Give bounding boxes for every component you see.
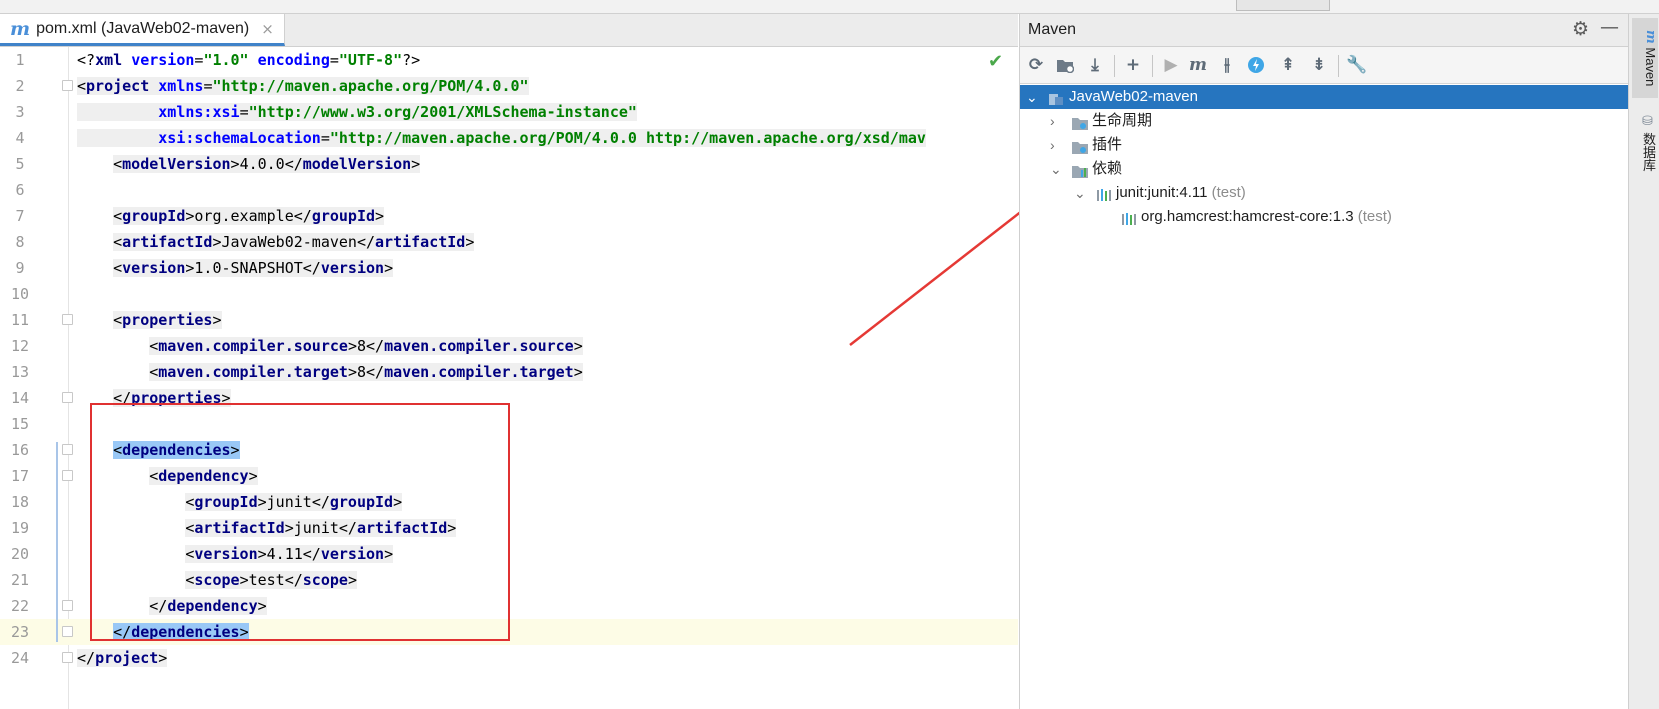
toggle-offline-icon[interactable]: ⫲ [1215, 53, 1239, 77]
tree-item-junit[interactable]: ⌄ junit:junit:4.11 (test) [1020, 181, 1628, 205]
fold-marker-icon[interactable] [62, 80, 73, 91]
plus-icon[interactable]: + [1121, 53, 1145, 77]
tree-item-label: 生命周期 [1092, 112, 1153, 129]
fold-marker-icon[interactable] [62, 444, 73, 455]
side-tab-database[interactable]: ⛁ 数据库 [1632, 114, 1658, 184]
code-line: 4 xsi:schemaLocation="http://maven.apach… [15, 129, 926, 147]
dependencies-folder-icon [1072, 162, 1088, 178]
library-icon [1121, 210, 1137, 225]
maven-m-icon: m [1643, 29, 1658, 44]
indent-guide [56, 442, 58, 642]
fold-marker-icon[interactable] [62, 392, 73, 403]
editor-tab-bar: m pom.xml (JavaWeb02-maven) × [0, 14, 1018, 47]
close-icon[interactable]: × [261, 20, 274, 38]
maven-panel-title: Maven [1028, 21, 1077, 38]
fold-marker-icon[interactable] [62, 626, 73, 637]
tree-item-dependencies[interactable]: ⌄ 依赖 [1020, 157, 1628, 181]
code-line: 24 </project> [10, 649, 168, 667]
maven-toolbar: ⟳ ⤓ + ▶ m ⫲ ⇞ ⇟ 🔧 [1020, 47, 1628, 84]
tree-item-label: org.hamcrest:hamcrest-core:1.3 (test) [1141, 208, 1392, 225]
chevron-right-icon[interactable]: › [1050, 133, 1055, 157]
fold-marker-icon[interactable] [62, 314, 73, 325]
code-line: 9 <version>1.0-SNAPSHOT</version> [15, 259, 394, 277]
maven-panel: Maven ⚙ — ⟳ ⤓ + ▶ m ⫲ ⇞ ⇟ 🔧 ⌄ JavaWeb02-… [1019, 14, 1628, 709]
code-line: 6 [15, 181, 25, 199]
minimize-icon[interactable]: — [1600, 16, 1619, 38]
maven-m-icon: m [10, 17, 31, 40]
code-line: 2 <project xmlns="http://maven.apache.or… [15, 77, 529, 95]
chevron-down-icon[interactable]: ⌄ [1050, 157, 1062, 181]
side-tab-maven[interactable]: m Maven [1632, 18, 1658, 98]
code-line: 7 <groupId>org.example</groupId> [15, 207, 385, 225]
tree-item-project[interactable]: ⌄ JavaWeb02-maven [1020, 85, 1628, 109]
tree-item-label: JavaWeb02-maven [1069, 88, 1198, 105]
tree-item-label: 插件 [1092, 136, 1123, 153]
lifecycle-folder-icon [1072, 114, 1088, 130]
run-config-button[interactable] [1236, 0, 1330, 11]
top-toolbar-strip [0, 0, 1659, 14]
tree-item-label: 依赖 [1092, 160, 1123, 177]
tab-pom-xml[interactable]: m pom.xml (JavaWeb02-maven) × [0, 14, 285, 46]
maven-m-icon[interactable]: m [1186, 53, 1210, 77]
annotation-red-box [90, 403, 510, 641]
code-line: 3 xmlns:xsi="http://www.w3.org/2001/XMLS… [15, 103, 637, 121]
expand-all-icon[interactable]: ⇞ [1276, 53, 1300, 77]
code-line: 10 [10, 285, 30, 303]
code-editor[interactable]: ✔ 1 <?xml version="1.0" encoding="UTF-8"… [0, 47, 1018, 709]
fold-marker-icon[interactable] [62, 600, 73, 611]
collapse-all-icon[interactable]: ⇟ [1307, 53, 1331, 77]
library-icon [1096, 186, 1112, 201]
wrench-icon[interactable]: 🔧 [1345, 53, 1369, 77]
tree-item-lifecycle[interactable]: › 生命周期 [1020, 109, 1628, 133]
code-line: 12 <maven.compiler.source>8</maven.compi… [10, 337, 583, 355]
tree-item-label: junit:junit:4.11 (test) [1116, 184, 1246, 201]
plugins-folder-icon [1072, 138, 1088, 154]
fold-marker-icon[interactable] [62, 652, 73, 663]
chevron-down-icon[interactable]: ⌄ [1026, 85, 1038, 109]
add-folder-icon[interactable] [1053, 53, 1077, 77]
tab-label: pom.xml (JavaWeb02-maven) [36, 19, 250, 37]
download-icon[interactable]: ⤓ [1083, 53, 1107, 77]
chevron-right-icon[interactable]: › [1050, 109, 1055, 133]
tree-item-plugins[interactable]: › 插件 [1020, 133, 1628, 157]
gear-icon[interactable]: ⚙ [1572, 18, 1589, 40]
code-line: 1 <?xml version="1.0" encoding="UTF-8"?> [15, 51, 421, 69]
code-line: 5 <modelVersion>4.0.0</modelVersion> [15, 155, 421, 173]
code-line: 11 <properties> [10, 311, 222, 329]
code-line: 13 <maven.compiler.target>8</maven.compi… [10, 363, 583, 381]
tree-item-hamcrest[interactable]: org.hamcrest:hamcrest-core:1.3 (test) [1020, 205, 1628, 229]
maven-panel-header: Maven ⚙ — [1020, 14, 1628, 47]
reload-icon[interactable]: ⟳ [1024, 53, 1048, 77]
lightning-icon[interactable] [1244, 53, 1268, 77]
maven-project-icon [1048, 90, 1064, 105]
fold-marker-icon[interactable] [62, 470, 73, 481]
right-tool-strip: m Maven ⛁ 数据库 [1628, 14, 1659, 709]
code-line: 8 <artifactId>JavaWeb02-maven</artifactI… [15, 233, 475, 251]
run-icon[interactable]: ▶ [1159, 53, 1183, 77]
database-icon: ⛁ [1641, 114, 1656, 129]
chevron-down-icon[interactable]: ⌄ [1074, 181, 1086, 205]
